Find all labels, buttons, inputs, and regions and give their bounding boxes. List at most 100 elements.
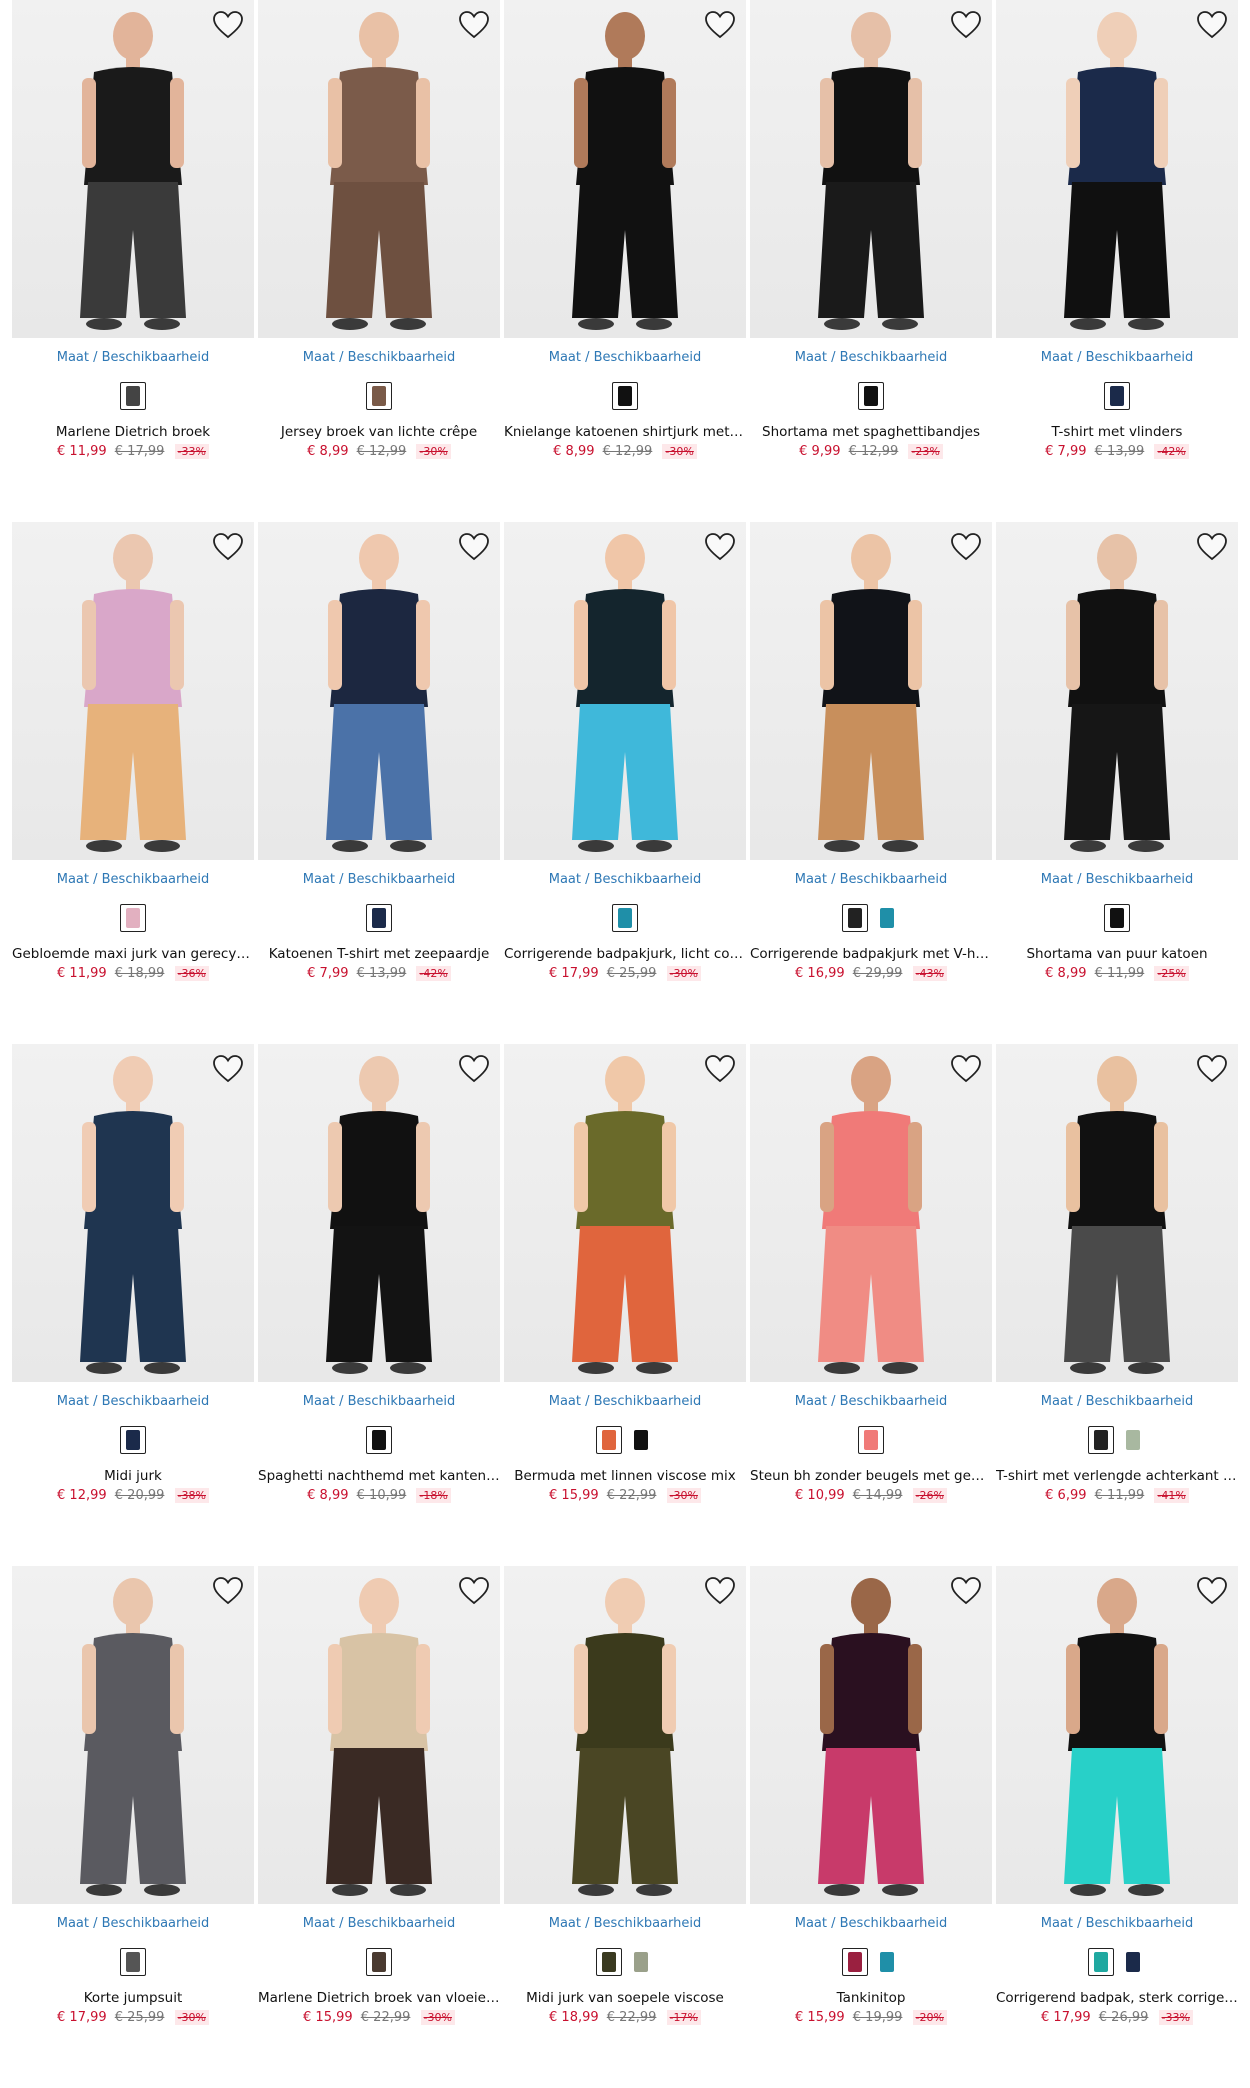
product-image[interactable] bbox=[750, 1566, 992, 1904]
product-image[interactable] bbox=[750, 522, 992, 860]
size-availability-link[interactable]: Maat / Beschikbaarheid bbox=[996, 1916, 1238, 1931]
product-card[interactable]: Maat / Beschikbaarheid Spaghetti nachthe… bbox=[258, 1044, 500, 1566]
color-swatch[interactable] bbox=[120, 382, 146, 410]
wishlist-heart-icon[interactable] bbox=[704, 532, 736, 562]
wishlist-heart-icon[interactable] bbox=[212, 1576, 244, 1606]
size-availability-link[interactable]: Maat / Beschikbaarheid bbox=[258, 1394, 500, 1409]
product-title[interactable]: Marlene Dietrich broek bbox=[12, 424, 254, 440]
color-swatch[interactable] bbox=[366, 382, 392, 410]
product-card[interactable]: Maat / Beschikbaarheid Korte jumpsuit € … bbox=[12, 1566, 254, 2088]
wishlist-heart-icon[interactable] bbox=[1196, 532, 1228, 562]
product-image[interactable] bbox=[996, 522, 1238, 860]
product-card[interactable]: Maat / Beschikbaarheid Jersey broek van … bbox=[258, 0, 500, 522]
size-availability-link[interactable]: Maat / Beschikbaarheid bbox=[258, 872, 500, 887]
size-availability-link[interactable]: Maat / Beschikbaarheid bbox=[258, 1916, 500, 1931]
product-title[interactable]: Shortama met spaghettibandjes bbox=[750, 424, 992, 440]
wishlist-heart-icon[interactable] bbox=[212, 10, 244, 40]
wishlist-heart-icon[interactable] bbox=[1196, 1054, 1228, 1084]
product-card[interactable]: Maat / Beschikbaarheid Midi jurk van soe… bbox=[504, 1566, 746, 2088]
wishlist-heart-icon[interactable] bbox=[212, 532, 244, 562]
color-swatch[interactable] bbox=[874, 904, 900, 932]
product-card[interactable]: Maat / Beschikbaarheid Katoenen T-shirt … bbox=[258, 522, 500, 1044]
color-swatch[interactable] bbox=[612, 904, 638, 932]
product-card[interactable]: Maat / Beschikbaarheid Shortama met spag… bbox=[750, 0, 992, 522]
wishlist-heart-icon[interactable] bbox=[458, 1576, 490, 1606]
color-swatch[interactable] bbox=[858, 382, 884, 410]
product-card[interactable]: Maat / Beschikbaarheid Corrigerende badp… bbox=[750, 522, 992, 1044]
color-swatch[interactable] bbox=[366, 904, 392, 932]
size-availability-link[interactable]: Maat / Beschikbaarheid bbox=[12, 1394, 254, 1409]
wishlist-heart-icon[interactable] bbox=[458, 1054, 490, 1084]
product-title[interactable]: Midi jurk bbox=[12, 1468, 254, 1484]
product-title[interactable]: Spaghetti nachthemd met kanten rug bbox=[258, 1468, 500, 1484]
color-swatch[interactable] bbox=[1104, 904, 1130, 932]
color-swatch[interactable] bbox=[874, 1948, 900, 1976]
color-swatch[interactable] bbox=[628, 1426, 654, 1454]
product-image[interactable] bbox=[996, 1044, 1238, 1382]
product-title[interactable]: Katoenen T-shirt met zeepaardje bbox=[258, 946, 500, 962]
color-swatch[interactable] bbox=[366, 1948, 392, 1976]
size-availability-link[interactable]: Maat / Beschikbaarheid bbox=[996, 872, 1238, 887]
color-swatch[interactable] bbox=[1088, 1426, 1114, 1454]
product-image[interactable] bbox=[12, 1566, 254, 1904]
size-availability-link[interactable]: Maat / Beschikbaarheid bbox=[504, 1916, 746, 1931]
product-title[interactable]: Jersey broek van lichte crêpe bbox=[258, 424, 500, 440]
color-swatch[interactable] bbox=[1120, 1426, 1146, 1454]
product-title[interactable]: Corrigerende badpakjurk met V-hals bbox=[750, 946, 992, 962]
color-swatch[interactable] bbox=[596, 1426, 622, 1454]
product-card[interactable]: Maat / Beschikbaarheid Corrigerend badpa… bbox=[996, 1566, 1238, 2088]
product-title[interactable]: T-shirt met vlinders bbox=[996, 424, 1238, 440]
color-swatch[interactable] bbox=[1088, 1948, 1114, 1976]
product-card[interactable]: Maat / Beschikbaarheid Knielange katoene… bbox=[504, 0, 746, 522]
product-card[interactable]: Maat / Beschikbaarheid Midi jurk € 12,99… bbox=[12, 1044, 254, 1566]
product-image[interactable] bbox=[12, 1044, 254, 1382]
product-title[interactable]: Steun bh zonder beugels met gewatteerde … bbox=[750, 1468, 992, 1484]
product-image[interactable] bbox=[504, 522, 746, 860]
color-swatch[interactable] bbox=[842, 904, 868, 932]
product-image[interactable] bbox=[504, 0, 746, 338]
wishlist-heart-icon[interactable] bbox=[704, 10, 736, 40]
size-availability-link[interactable]: Maat / Beschikbaarheid bbox=[258, 350, 500, 365]
wishlist-heart-icon[interactable] bbox=[1196, 1576, 1228, 1606]
wishlist-heart-icon[interactable] bbox=[458, 10, 490, 40]
color-swatch[interactable] bbox=[120, 1948, 146, 1976]
product-title[interactable]: Gebloemde maxi jurk van gerecycled polye… bbox=[12, 946, 254, 962]
color-swatch[interactable] bbox=[1120, 1948, 1146, 1976]
product-image[interactable] bbox=[996, 0, 1238, 338]
product-card[interactable]: Maat / Beschikbaarheid T-shirt met verle… bbox=[996, 1044, 1238, 1566]
wishlist-heart-icon[interactable] bbox=[458, 532, 490, 562]
product-title[interactable]: Corrigerende badpakjurk, licht corrigere… bbox=[504, 946, 746, 962]
product-image[interactable] bbox=[504, 1566, 746, 1904]
size-availability-link[interactable]: Maat / Beschikbaarheid bbox=[750, 1394, 992, 1409]
wishlist-heart-icon[interactable] bbox=[950, 1054, 982, 1084]
color-swatch[interactable] bbox=[366, 1426, 392, 1454]
size-availability-link[interactable]: Maat / Beschikbaarheid bbox=[12, 1916, 254, 1931]
product-image[interactable] bbox=[12, 522, 254, 860]
product-image[interactable] bbox=[12, 0, 254, 338]
product-card[interactable]: Maat / Beschikbaarheid Corrigerende badp… bbox=[504, 522, 746, 1044]
product-card[interactable]: Maat / Beschikbaarheid Bermuda met linne… bbox=[504, 1044, 746, 1566]
wishlist-heart-icon[interactable] bbox=[950, 10, 982, 40]
product-card[interactable]: Maat / Beschikbaarheid Marlene Dietrich … bbox=[258, 1566, 500, 2088]
color-swatch[interactable] bbox=[596, 1948, 622, 1976]
product-title[interactable]: Marlene Dietrich broek van vloeiende vis… bbox=[258, 1990, 500, 2006]
color-swatch[interactable] bbox=[120, 904, 146, 932]
size-availability-link[interactable]: Maat / Beschikbaarheid bbox=[504, 872, 746, 887]
color-swatch[interactable] bbox=[842, 1948, 868, 1976]
product-image[interactable] bbox=[258, 0, 500, 338]
color-swatch[interactable] bbox=[628, 1948, 654, 1976]
size-availability-link[interactable]: Maat / Beschikbaarheid bbox=[996, 350, 1238, 365]
product-image[interactable] bbox=[996, 1566, 1238, 1904]
product-title[interactable]: Bermuda met linnen viscose mix bbox=[504, 1468, 746, 1484]
product-title[interactable]: T-shirt met verlengde achterkant van kat… bbox=[996, 1468, 1238, 1484]
size-availability-link[interactable]: Maat / Beschikbaarheid bbox=[750, 1916, 992, 1931]
product-title[interactable]: Corrigerend badpak, sterk corrigerend bbox=[996, 1990, 1238, 2006]
product-title[interactable]: Korte jumpsuit bbox=[12, 1990, 254, 2006]
size-availability-link[interactable]: Maat / Beschikbaarheid bbox=[504, 350, 746, 365]
wishlist-heart-icon[interactable] bbox=[212, 1054, 244, 1084]
product-card[interactable]: Maat / Beschikbaarheid Tankinitop € 15,9… bbox=[750, 1566, 992, 2088]
product-card[interactable]: Maat / Beschikbaarheid Shortama van puur… bbox=[996, 522, 1238, 1044]
product-card[interactable]: Maat / Beschikbaarheid Gebloemde maxi ju… bbox=[12, 522, 254, 1044]
product-image[interactable] bbox=[258, 1566, 500, 1904]
color-swatch[interactable] bbox=[1104, 382, 1130, 410]
